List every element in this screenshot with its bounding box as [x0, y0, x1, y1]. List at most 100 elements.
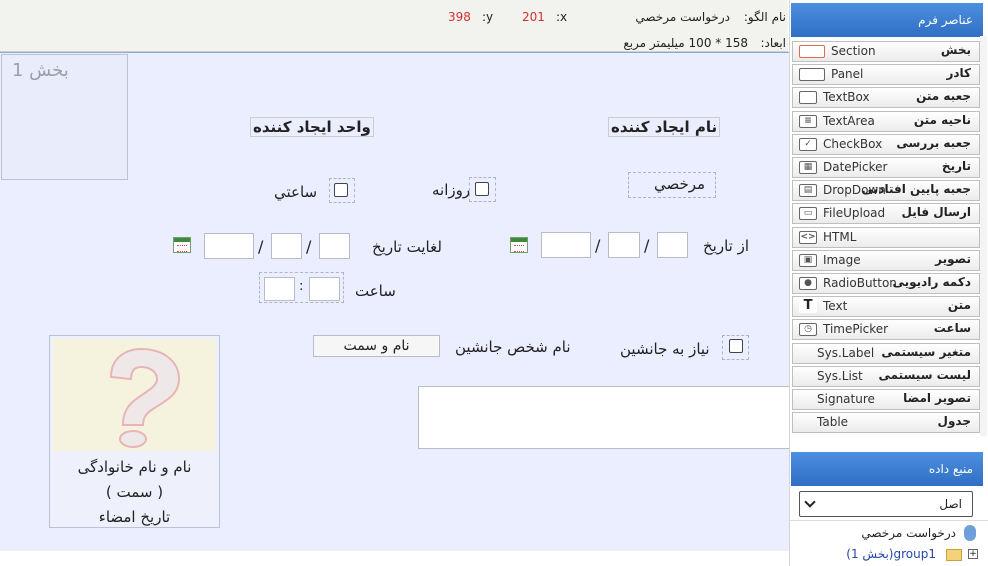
chevron-down-icon: [804, 496, 816, 508]
signer-title-line: ( سمت ): [105, 483, 164, 501]
pattern-label: نام الگو:: [743, 10, 786, 24]
date-separator: /: [644, 236, 650, 255]
database-icon: [964, 525, 976, 541]
tool-english-label: FileUpload: [823, 206, 886, 221]
tool-english-label: Sys.Label: [817, 345, 875, 360]
tool-image[interactable]: ▣ Image تصویر: [792, 249, 980, 271]
tool-persian-label: متن: [947, 298, 971, 313]
description-textarea[interactable]: [418, 386, 790, 449]
upload-icon: ▭: [799, 207, 817, 221]
tool-checkbox[interactable]: ✓ CheckBox جعبه بررسی: [792, 133, 980, 155]
section-label: بخش 1: [12, 60, 69, 81]
tool-persian-label: کادر: [946, 66, 971, 81]
minute-input[interactable]: [264, 277, 295, 301]
tool-english-label: Panel: [831, 67, 864, 82]
tool-persian-label: ساعت: [933, 321, 971, 336]
html-icon: <>: [799, 230, 817, 244]
substitute-name-label: نام شخص جانشين: [455, 338, 571, 356]
image-icon: ▣: [799, 253, 817, 267]
tool-timepicker[interactable]: ◷ TimePicker ساعت: [792, 319, 980, 341]
tool-sys-label[interactable]: Sys.Label متغیر سیستمی: [792, 342, 980, 364]
tool-english-label: Text: [823, 299, 848, 314]
tool-textarea[interactable]: ≡ TextArea ناحیه متن: [792, 110, 980, 132]
creator-unit-label[interactable]: واحد ايجاد کننده: [250, 117, 374, 137]
hourly-checkbox[interactable]: [334, 183, 348, 197]
tool-persian-label: ارسال فایل: [901, 205, 972, 220]
checkbox-icon: ✓: [799, 137, 817, 151]
daily-checkbox[interactable]: [475, 182, 489, 196]
tool-persian-label: جدول: [937, 414, 971, 429]
tree-root-label[interactable]: درخواست مرخصي: [861, 526, 956, 540]
tool-persian-label: تاریخ: [941, 159, 971, 173]
tool-english-label: Sys.List: [817, 368, 863, 383]
tool-english-label: Signature: [817, 392, 875, 406]
clock-icon: ◷: [799, 323, 817, 337]
creator-name-label[interactable]: نام ايجاد کننده: [608, 117, 721, 137]
tree-group-label[interactable]: group1(بخش 1): [846, 547, 936, 561]
radio-icon: ●: [799, 277, 817, 290]
tool-persian-label: بخش: [940, 43, 971, 57]
dimensions-value: 158 * 100 میلیمتر مربع: [623, 36, 748, 50]
to-month-input[interactable]: [271, 233, 302, 259]
hour-input[interactable]: [309, 277, 340, 301]
tool-dropdown[interactable]: ▤ DropDown جعبه پایین افتادنی: [792, 180, 980, 202]
form-elements-header[interactable]: عناصر فرم: [791, 3, 983, 37]
from-month-input[interactable]: [608, 232, 640, 258]
leave-type-value: مرخصي: [654, 175, 706, 193]
tool-persian-label: تصویر امضا: [903, 391, 971, 405]
signature-placeholder-image: [53, 339, 216, 451]
expand-icon[interactable]: +: [968, 549, 978, 559]
textbox-icon: [799, 91, 817, 105]
name-title-field[interactable]: نام و سمت: [313, 335, 440, 357]
tool-persian-label: لیست سیستمی: [878, 367, 972, 382]
panel-icon: [799, 68, 825, 82]
from-year-input[interactable]: [541, 232, 591, 258]
tool-sys-list[interactable]: Sys.List لیست سیستمی: [792, 365, 980, 387]
to-year-input[interactable]: [204, 233, 254, 259]
date-separator: /: [595, 236, 601, 255]
tool-persian-label: تصویر: [935, 251, 971, 266]
tool-textbox[interactable]: TextBox جعبه متن: [792, 87, 980, 109]
calendar-icon[interactable]: [510, 237, 528, 253]
data-source-select[interactable]: اصل: [799, 491, 973, 517]
x-label: x:: [556, 10, 568, 24]
tool-signature[interactable]: Signature تصویر امضا: [792, 389, 980, 410]
tool-table[interactable]: Table جدول: [792, 412, 980, 434]
data-source-selected: اصل: [939, 497, 962, 511]
to-day-input[interactable]: [319, 233, 350, 259]
tool-section[interactable]: Section بخش: [792, 41, 980, 62]
date-separator: /: [306, 237, 312, 256]
tool-fileupload[interactable]: ▭ FileUpload ارسال فایل: [792, 203, 980, 225]
tool-english-label: Table: [817, 415, 849, 430]
signature-date-line: تاریخ امضاء: [98, 508, 171, 526]
data-source-header[interactable]: منبع داده: [791, 452, 983, 486]
signature-caption: نام و نام خانوادگی ( سمت ) تاریخ امضاء: [49, 455, 220, 530]
tool-english-label: HTML: [823, 229, 857, 244]
calendar-icon: ▦: [799, 161, 817, 174]
tool-persian-label: ناحیه متن: [913, 112, 971, 127]
toolbox-scrollbar[interactable]: [980, 36, 987, 436]
tool-persian-label: جعبه متن: [916, 89, 971, 104]
dropdown-icon: ▤: [799, 184, 817, 198]
folder-icon: [946, 549, 962, 561]
to-date-label: لغايت تاريخ: [372, 238, 442, 256]
data-tree: درخواست مرخصي + group1(بخش 1): [790, 520, 988, 566]
date-separator: /: [258, 237, 264, 256]
tool-english-label: TextBox: [823, 90, 870, 105]
tool-datepicker[interactable]: ▦ DatePicker تاریخ: [792, 157, 980, 178]
tool-english-label: CheckBox: [823, 136, 883, 151]
from-date-label: از تاريخ: [703, 237, 750, 255]
x-coordinate: 201: [522, 10, 545, 24]
tool-panel[interactable]: Panel کادر: [792, 64, 980, 86]
tool-english-label: Image: [823, 252, 861, 267]
y-label: y:: [482, 10, 494, 24]
tool-html[interactable]: <> HTML: [792, 226, 980, 248]
needs-substitute-checkbox[interactable]: [729, 339, 743, 353]
calendar-icon[interactable]: [173, 237, 191, 253]
from-day-input[interactable]: [657, 232, 688, 258]
section-icon: [799, 45, 825, 58]
hourly-label: ساعتي: [274, 183, 318, 201]
tool-text[interactable]: T Text متن: [792, 296, 980, 318]
tool-radiobutton[interactable]: ● RadioButton دکمه رادیویی: [792, 273, 980, 294]
hour-label: ساعت: [355, 282, 396, 300]
